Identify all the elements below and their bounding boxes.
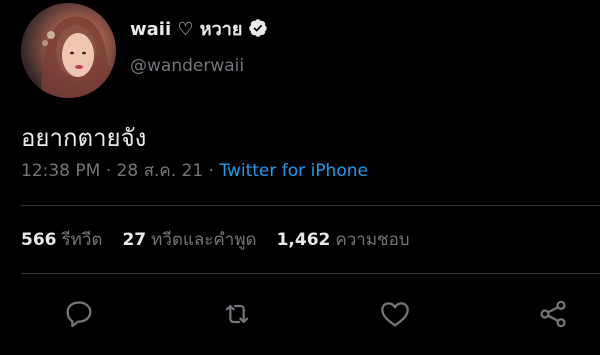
retweet-icon[interactable] [221, 298, 253, 330]
action-bar [0, 292, 600, 336]
quotes-stat[interactable]: 27 ทวีตและคำพูด [122, 226, 256, 253]
tweet-time[interactable]: 12:38 PM [21, 161, 100, 181]
tweet-meta: 12:38 PM · 28 ส.ค. 21 · Twitter for iPho… [21, 157, 368, 184]
tweet-date[interactable]: 28 ส.ค. 21 [117, 161, 204, 181]
divider [21, 205, 600, 206]
avatar-photo [41, 16, 110, 98]
heart-icon[interactable] [379, 298, 411, 330]
share-icon[interactable] [537, 298, 569, 330]
avatar[interactable] [21, 3, 116, 98]
reply-icon[interactable] [63, 298, 95, 330]
retweets-count: 566 [21, 230, 57, 250]
tweet-source-link[interactable]: Twitter for iPhone [219, 161, 368, 181]
engagement-stats: 566 รีทวีต 27 ทวีตและคำพูด 1,462 ความชอบ [21, 226, 410, 253]
divider [21, 273, 600, 274]
likes-count: 1,462 [276, 230, 331, 250]
likes-label: ความชอบ [335, 230, 410, 250]
handle[interactable]: @wanderwaii [130, 56, 268, 76]
meta-separator: · [203, 161, 220, 181]
likes-stat[interactable]: 1,462 ความชอบ [277, 226, 410, 253]
quotes-count: 27 [122, 230, 147, 250]
retweets-label: รีทวีต [61, 230, 103, 250]
verified-badge-icon [248, 18, 268, 38]
quotes-label: ทวีตและคำพูด [151, 230, 257, 250]
author-info: waii ♡ หวาย @wanderwaii [130, 12, 268, 76]
display-name[interactable]: waii ♡ หวาย [130, 14, 242, 43]
retweets-stat[interactable]: 566 รีทวีต [21, 226, 102, 253]
tweet-detail: waii ♡ หวาย @wanderwaii อยากตายจัง 12:38… [0, 0, 600, 355]
tweet-text: อยากตายจัง [21, 124, 147, 152]
meta-separator: · [100, 161, 117, 181]
